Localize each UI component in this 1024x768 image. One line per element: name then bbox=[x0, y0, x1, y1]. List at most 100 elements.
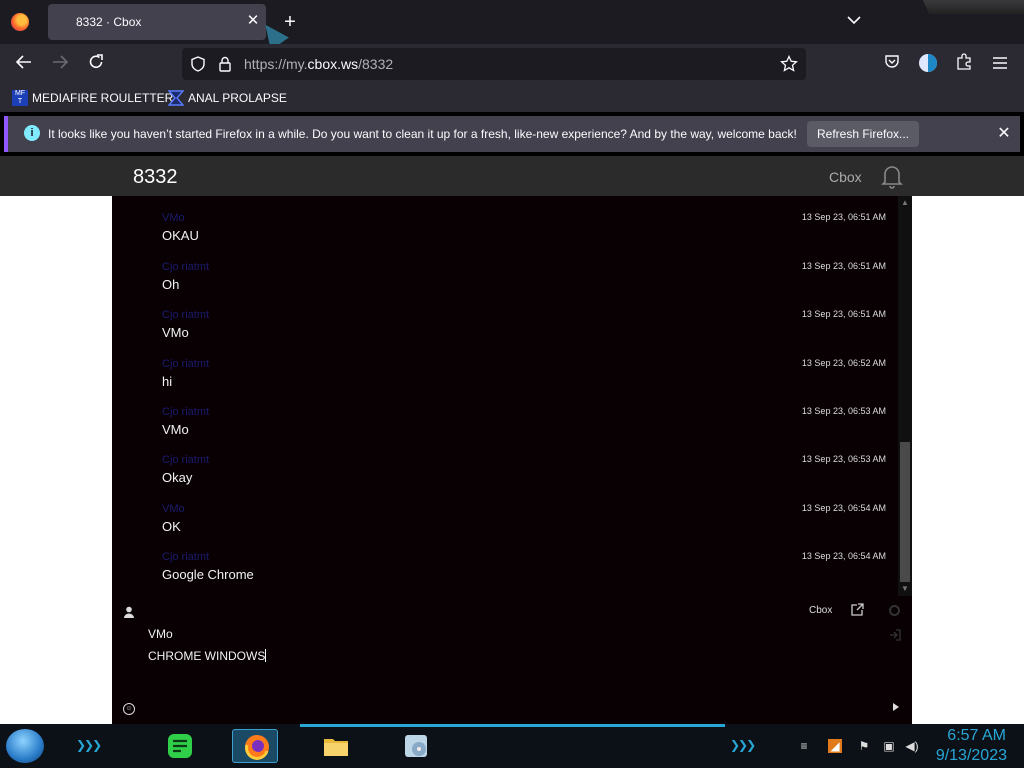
refresh-firefox-notification: i It looks like you haven’t started Fire… bbox=[4, 116, 1020, 152]
bookmark-label: ANAL PROLAPSE bbox=[188, 91, 287, 105]
bookmark-label: MEDIAFIRE ROULETTER bbox=[32, 91, 174, 105]
message-author[interactable]: Cjo riatmt bbox=[162, 406, 209, 418]
info-icon: i bbox=[24, 125, 40, 141]
list-item: Cjo riatmt 13 Sep 23, 06:51 AM Oh bbox=[162, 261, 892, 309]
clock-date[interactable]: 9/13/2023 bbox=[930, 747, 1007, 765]
account-icon[interactable] bbox=[917, 53, 939, 75]
url-bar[interactable]: https://my.cbox.ws/8332 bbox=[182, 48, 806, 80]
flag-icon[interactable]: ⚑ bbox=[857, 739, 871, 753]
page-title: 8332 bbox=[133, 166, 178, 188]
chevron-deco-icon: ❯❯❯ bbox=[76, 738, 102, 752]
message-author[interactable]: Cjo riatmt bbox=[162, 309, 209, 321]
notification-text: It looks like you haven’t started Firefo… bbox=[48, 127, 797, 141]
cbox-header: 8332 Cbox bbox=[0, 156, 1024, 196]
message-time: 13 Sep 23, 06:53 AM bbox=[801, 454, 886, 464]
lock-icon[interactable] bbox=[218, 56, 232, 77]
file-explorer-icon bbox=[322, 732, 350, 760]
message-author[interactable]: VMo bbox=[162, 503, 185, 515]
chat-box: VMo 13 Sep 23, 06:51 AM OKAU Cjo riatmt … bbox=[112, 196, 912, 724]
scrollbar-thumb[interactable] bbox=[900, 442, 910, 582]
list-all-tabs-icon[interactable] bbox=[846, 12, 862, 30]
send-icon[interactable] bbox=[893, 703, 899, 711]
navigation-toolbar: https://my.cbox.ws/8332 bbox=[0, 44, 1024, 84]
list-item: VMo 13 Sep 23, 06:54 AM OK bbox=[162, 503, 892, 551]
tracking-protection-icon[interactable] bbox=[190, 56, 206, 77]
tab-title: 8332 · Cbox bbox=[76, 15, 142, 29]
bookmark-star-icon[interactable] bbox=[780, 54, 798, 78]
firefox-menu-icon[interactable] bbox=[11, 13, 29, 31]
clock-time[interactable]: 6:57 AM bbox=[936, 727, 1006, 745]
list-item: Cjo riatmt 13 Sep 23, 06:51 AM VMo bbox=[162, 309, 892, 357]
text-caret bbox=[265, 649, 267, 662]
message-author[interactable]: Cjo riatmt bbox=[162, 261, 209, 273]
message-author[interactable]: Cjo riatmt bbox=[162, 454, 209, 466]
network-icon[interactable]: ▣ bbox=[882, 739, 896, 753]
notes-app-icon bbox=[166, 732, 194, 760]
message-scrollbar[interactable]: ▲ ▼ bbox=[898, 196, 912, 596]
list-item: Cjo riatmt 13 Sep 23, 06:54 AM Google Ch… bbox=[162, 551, 892, 596]
message-list: VMo 13 Sep 23, 06:51 AM OKAU Cjo riatmt … bbox=[112, 196, 898, 596]
message-author[interactable]: Cjo riatmt bbox=[162, 358, 209, 370]
message-text: OKAU bbox=[162, 228, 199, 243]
chevron-deco-icon: ❯❯❯ bbox=[730, 738, 756, 752]
emoji-icon[interactable]: ☺ bbox=[123, 703, 135, 715]
close-tab-icon[interactable]: ✕ bbox=[245, 12, 261, 30]
cbox-link[interactable]: Cbox bbox=[809, 605, 832, 616]
message-author[interactable]: Cjo riatmt bbox=[162, 551, 209, 563]
bookmark-icon bbox=[167, 90, 185, 106]
message-text: Oh bbox=[162, 277, 180, 292]
volume-icon[interactable]: ◀) bbox=[905, 739, 919, 753]
list-item: VMo 13 Sep 23, 06:51 AM OKAU bbox=[162, 212, 892, 260]
message-time: 13 Sep 23, 06:54 AM bbox=[801, 503, 886, 513]
taskbar-file-explorer[interactable] bbox=[312, 729, 358, 763]
compose-area: Cbox VMo CHROME WINDOWS ☺ bbox=[112, 600, 912, 724]
list-item: Cjo riatmt 13 Sep 23, 06:53 AM VMo bbox=[162, 406, 892, 454]
user-icon[interactable] bbox=[123, 605, 135, 618]
message-time: 13 Sep 23, 06:54 AM bbox=[801, 551, 886, 561]
forward-icon[interactable] bbox=[49, 53, 71, 75]
username-field[interactable]: VMo bbox=[148, 627, 173, 641]
message-time: 13 Sep 23, 06:53 AM bbox=[801, 406, 886, 416]
message-input[interactable]: CHROME WINDOWS bbox=[148, 649, 848, 667]
bookmark-second[interactable]: ANAL PROLAPSE bbox=[167, 89, 287, 107]
notification-bell-icon[interactable] bbox=[880, 163, 904, 189]
taskbar-firefox[interactable] bbox=[232, 729, 278, 763]
mediafire-icon: MF T bbox=[12, 90, 28, 106]
scroll-down-icon[interactable]: ▼ bbox=[900, 584, 910, 594]
show-hidden-icons[interactable]: ≡ bbox=[797, 739, 811, 753]
message-text: Google Chrome bbox=[162, 567, 254, 582]
refresh-firefox-button[interactable]: Refresh Firefox... bbox=[807, 121, 919, 147]
message-time: 13 Sep 23, 06:51 AM bbox=[801, 309, 886, 319]
start-button[interactable] bbox=[6, 729, 44, 763]
list-item: Cjo riatmt 13 Sep 23, 06:52 AM hi bbox=[162, 358, 892, 406]
message-time: 13 Sep 23, 06:52 AM bbox=[801, 358, 886, 368]
cbox-brand-link[interactable]: Cbox bbox=[829, 169, 862, 185]
message-text: Okay bbox=[162, 470, 193, 485]
login-icon[interactable] bbox=[889, 629, 901, 641]
bookmarks-toolbar: MF T MEDIAFIRE ROULETTER ANAL PROLAPSE bbox=[0, 84, 1024, 112]
taskbar: ❯❯❯ ❯❯❯ ≡ ◢ ⚑ ▣ ◀) 6:57 AM 9/13/2023 bbox=[0, 724, 1024, 768]
extensions-icon[interactable] bbox=[953, 53, 975, 75]
close-notification-icon[interactable]: ✕ bbox=[995, 124, 1013, 144]
message-text: VMo bbox=[162, 325, 189, 340]
message-author[interactable]: VMo bbox=[162, 212, 185, 224]
tab-cbox[interactable]: 8332 · Cbox ✕ bbox=[48, 4, 266, 40]
back-icon[interactable] bbox=[13, 53, 35, 75]
reload-icon[interactable] bbox=[85, 53, 107, 75]
status-circle-icon[interactable] bbox=[889, 605, 900, 616]
taskbar-notes-app[interactable] bbox=[156, 729, 202, 763]
scroll-up-icon[interactable]: ▲ bbox=[900, 198, 910, 208]
pocket-icon[interactable] bbox=[881, 53, 903, 75]
list-item: Cjo riatmt 13 Sep 23, 06:53 AM Okay bbox=[162, 454, 892, 502]
message-text: hi bbox=[162, 374, 173, 389]
bookmark-mediafire[interactable]: MF T MEDIAFIRE ROULETTER bbox=[12, 89, 173, 107]
app-menu-icon[interactable] bbox=[989, 53, 1011, 75]
message-time: 13 Sep 23, 06:51 AM bbox=[801, 261, 886, 271]
message-time: 13 Sep 23, 06:51 AM bbox=[801, 212, 886, 222]
app-tray-icon[interactable]: ◢ bbox=[828, 739, 842, 753]
taskbar-media-app[interactable] bbox=[392, 729, 438, 763]
page-content: 8332 Cbox VMo 13 Sep 23, 06:51 AM OKAU C… bbox=[0, 156, 1024, 724]
url-text[interactable]: https://my.cbox.ws/8332 bbox=[244, 56, 393, 72]
tab-bar: 8332 · Cbox ✕ + bbox=[0, 0, 1024, 51]
popout-icon[interactable] bbox=[851, 603, 865, 617]
